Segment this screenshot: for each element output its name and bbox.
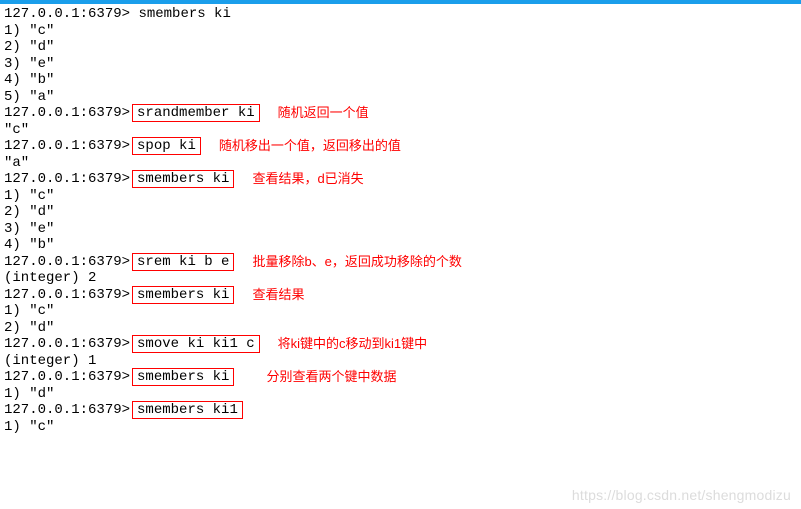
prompt: 127.0.0.1:6379> [4,138,130,155]
annotation: 查看结果 [252,287,304,304]
cmd-line: 127.0.0.1:6379>smembers ki 查看结果 [4,287,797,304]
highlighted-command: smembers ki [132,286,234,304]
output-line: (integer) 1 [4,353,797,370]
cmd-line: 127.0.0.1:6379>smembers ki 查看结果，d已消失 [4,171,797,188]
cmd-line: 127.0.0.1:6379> smembers ki [4,6,797,23]
output-line: 4) "b" [4,72,797,89]
output-line: 3) "e" [4,56,797,73]
highlighted-command: srandmember ki [132,104,260,122]
output-line: 3) "e" [4,221,797,238]
prompt: 127.0.0.1:6379> [4,171,130,188]
output-line: (integer) 2 [4,270,797,287]
highlighted-command: smove ki ki1 c [132,335,260,353]
output-line: 2) "d" [4,39,797,56]
annotation: 分别查看两个键中数据 [266,369,396,386]
watermark: https://blog.csdn.net/shengmodizu [572,487,791,503]
output-line: 1) "d" [4,386,797,403]
output-line: 5) "a" [4,89,797,106]
prompt: 127.0.0.1:6379> [4,402,130,419]
cmd-line: 127.0.0.1:6379>spop ki 随机移出一个值，返回移出的值 [4,138,797,155]
annotation: 查看结果，d已消失 [252,171,363,188]
highlighted-command: srem ki b e [132,253,234,271]
output-line: 4) "b" [4,237,797,254]
prompt: 127.0.0.1:6379> [4,287,130,304]
output-line: 1) "c" [4,23,797,40]
prompt: 127.0.0.1:6379> [4,254,130,271]
terminal-output: 127.0.0.1:6379> smembers ki 1) "c" 2) "d… [0,4,801,439]
cmd-line: 127.0.0.1:6379>srem ki b e 批量移除b、e，返回成功移除… [4,254,797,271]
output-line: 1) "c" [4,188,797,205]
output-line: "a" [4,155,797,172]
prompt: 127.0.0.1:6379> [4,369,130,386]
output-line: 2) "d" [4,204,797,221]
highlighted-command: smembers ki1 [132,401,243,419]
output-line: 1) "c" [4,419,797,436]
annotation: 将ki键中的c移动到ki1键中 [278,336,428,353]
cmd-line: 127.0.0.1:6379>smembers ki1 [4,402,797,419]
cmd-text: smembers ki [138,6,230,23]
cmd-line: 127.0.0.1:6379>srandmember ki 随机返回一个值 [4,105,797,122]
output-line: 2) "d" [4,320,797,337]
prompt: 127.0.0.1:6379> [4,105,130,122]
output-line: 1) "c" [4,303,797,320]
annotation: 随机移出一个值，返回移出的值 [219,138,401,155]
cmd-line: 127.0.0.1:6379>smove ki ki1 c 将ki键中的c移动到k… [4,336,797,353]
prompt: 127.0.0.1:6379> [4,336,130,353]
highlighted-command: spop ki [132,137,201,155]
annotation: 批量移除b、e，返回成功移除的个数 [252,254,461,271]
highlighted-command: smembers ki [132,170,234,188]
annotation: 随机返回一个值 [278,105,369,122]
highlighted-command: smembers ki [132,368,234,386]
prompt: 127.0.0.1:6379> [4,6,130,23]
cmd-line: 127.0.0.1:6379>smembers ki 分别查看两个键中数据 [4,369,797,386]
output-line: "c" [4,122,797,139]
